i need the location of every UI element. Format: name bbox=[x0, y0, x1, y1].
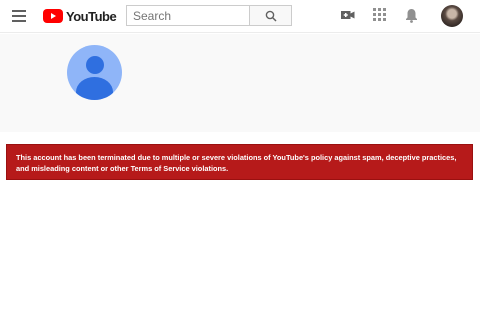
search-button[interactable] bbox=[249, 5, 292, 26]
hamburger-menu-icon[interactable] bbox=[12, 10, 26, 22]
youtube-logo-icon bbox=[43, 9, 63, 23]
create-video-button[interactable] bbox=[341, 8, 355, 27]
account-avatar[interactable] bbox=[441, 5, 463, 27]
apps-grid-icon bbox=[373, 8, 386, 21]
alert-message: This account has been terminated due to … bbox=[16, 153, 457, 173]
search-input[interactable] bbox=[126, 5, 249, 26]
search-icon bbox=[265, 10, 277, 22]
channel-avatar bbox=[67, 45, 122, 100]
notifications-bell-icon bbox=[406, 9, 417, 23]
top-bar: YouTube bbox=[0, 0, 480, 33]
notifications-button[interactable] bbox=[405, 8, 418, 28]
account-terminated-alert: This account has been terminated due to … bbox=[6, 144, 473, 180]
youtube-logo[interactable]: YouTube bbox=[43, 8, 117, 24]
apps-button[interactable] bbox=[373, 8, 386, 26]
create-video-icon bbox=[341, 11, 355, 19]
default-profile-icon bbox=[86, 56, 104, 74]
logo-text: YouTube bbox=[66, 8, 117, 24]
